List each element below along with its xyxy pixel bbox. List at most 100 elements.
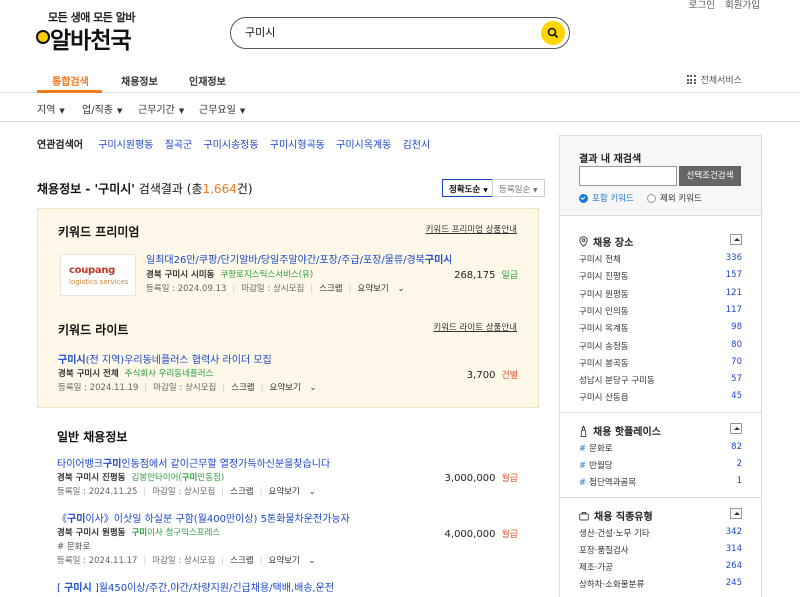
login-link[interactable]: 로그인 (689, 0, 715, 12)
hotplace-item[interactable]: # 첨단역과골목 1 (579, 476, 742, 488)
location-item[interactable]: 구미시 전체 336 (579, 253, 742, 265)
scrap-button[interactable]: 스크랩 (319, 284, 342, 294)
job-title-keyword: 구미시 (424, 255, 451, 266)
jobtype-item[interactable]: 생산·건설·노무 기타 342 (579, 527, 742, 539)
related-keyword[interactable]: 칠곡군 (165, 140, 193, 151)
job-date: 등록일 : 2024.11.19 (58, 383, 139, 393)
related-keyword[interactable]: 김천시 (403, 140, 431, 151)
include-keyword-label: 포함 키워드 (592, 194, 634, 204)
job-hashtag[interactable]: # 문화로 (57, 540, 90, 552)
summary-label: 요약보기 (269, 383, 301, 393)
sort-date[interactable]: 등록일순 ▼ (492, 179, 545, 197)
grid-icon (686, 75, 696, 84)
company-name[interactable]: 주식회사 우리동네플러스 (125, 369, 214, 379)
sort-accuracy[interactable]: 정확도순 ▼ (442, 179, 495, 197)
location-count: 80 (731, 340, 742, 350)
location-item[interactable]: 구미시 산동읍 45 (579, 391, 742, 403)
jobtype-item[interactable]: 상하차·소화물분류 245 (579, 578, 742, 590)
location-count: 45 (731, 391, 742, 401)
result-title-mid: 검색결과 (총 (134, 182, 203, 196)
lite-info-link[interactable]: 키워드 라이트 상품안내 (433, 321, 517, 333)
company-name[interactable]: 구미이사 청구익스프레스 (131, 528, 220, 538)
logo[interactable]: 모든 생애 모든 알바 알바천국 (36, 8, 146, 54)
filter-period[interactable]: 근무기간 ▼ (138, 101, 184, 116)
hotplace-count: 1 (736, 476, 742, 486)
company-logo[interactable]: coupang logistics services (60, 254, 136, 296)
jobtype-count: 342 (725, 527, 742, 537)
filter-days[interactable]: 근무요일 ▼ (199, 101, 245, 116)
signup-link[interactable]: 회원가입 (725, 0, 760, 12)
refine-search-input[interactable] (579, 166, 677, 186)
related-keyword[interactable]: 구미시송정동 (203, 140, 258, 151)
hotplace-name: 문화로 (589, 444, 613, 454)
search-input[interactable] (245, 25, 525, 38)
tab-talent-info[interactable]: 인재정보 (189, 73, 226, 88)
collapse-hotplace-button[interactable] (730, 423, 742, 434)
jobtype-name: 포장·품질검사 (579, 546, 629, 556)
filter-region-label: 지역 (37, 105, 56, 116)
caret-down-icon: ▼ (59, 107, 65, 115)
search-icon (547, 27, 559, 39)
location-count: 57 (731, 374, 742, 384)
summary-toggle[interactable]: 요약보기 ⌄ (269, 487, 322, 497)
location-item[interactable]: 구미시 봉곡동 70 (579, 357, 742, 369)
job-location-text: 경북 구미시 시미동 (146, 270, 215, 280)
job-title-link[interactable]: 구미시(전 지역)우리동네플러스 협력사 라이더 모집 (58, 351, 458, 366)
scrap-button[interactable]: 스크랩 (230, 556, 253, 566)
exclude-keyword-radio[interactable]: 제외 키워드 (647, 192, 702, 204)
check-circle-icon (579, 193, 588, 203)
location-item[interactable]: 성남시 분당구 구미동 57 (579, 374, 742, 386)
location-item[interactable]: 구미시 송정동 80 (579, 340, 742, 352)
tab-job-info[interactable]: 채용정보 (121, 73, 158, 88)
general-title: 일반 채용정보 (57, 430, 128, 444)
location-title-text: 채용 장소 (593, 238, 634, 249)
pay-amount: 4,000,000 (444, 529, 496, 540)
hotplace-item[interactable]: # 문화로 82 (579, 442, 742, 454)
include-keyword-radio[interactable]: 포함 키워드 (579, 192, 634, 204)
lite-title: 키워드 라이트 (58, 323, 129, 337)
job-title-link[interactable]: [ 구미시 ]월450이상/주간,야간/차량지원/긴급채용/택배,배송,운전 (57, 579, 437, 594)
company-name[interactable]: 김봉만타이어(구미인동점) (131, 473, 224, 483)
filter-job-type[interactable]: 업/직종 ▼ (82, 101, 122, 116)
related-keyword[interactable]: 구미시형곡동 (270, 140, 325, 151)
refine-search-button[interactable]: 선택조건검색 (679, 166, 741, 186)
job-title-link[interactable]: 타이어뱅크구미인동점에서 같이근무할 열정가득하신분을찾습니다 (57, 455, 437, 470)
job-title-text: 《 (57, 514, 67, 525)
location-item[interactable]: 구미시 옥계동 98 (579, 322, 742, 334)
premium-info-link[interactable]: 키워드 프리미엄 상품안내 (426, 223, 517, 235)
location-item[interactable]: 구미시 인의동 117 (579, 305, 742, 317)
location-item[interactable]: 구미시 진평동 157 (579, 270, 742, 282)
jobtype-count: 264 (725, 561, 742, 571)
search-button[interactable] (541, 21, 565, 45)
chevron-down-icon: ⌄ (308, 487, 316, 497)
scrap-button[interactable]: 스크랩 (230, 487, 253, 497)
jobtype-item[interactable]: 포장·품질검사 314 (579, 544, 742, 556)
job-title-text: (전 지역)우리동네플러스 협력사 라이더 모집 (85, 355, 272, 366)
refine-search-title: 결과 내 재검색 (579, 154, 642, 165)
all-services-button[interactable]: 전체서비스 (686, 73, 742, 86)
scrap-button[interactable]: 스크랩 (231, 383, 254, 393)
top-links: 로그인 회원가입 (689, 0, 760, 12)
company-name-keyword: 구미 (181, 473, 198, 483)
job-title-link[interactable]: 일최대26만/쿠팡/단기알바/당일주말야간/포장/주급/포장/물류/경북구미시.… (146, 251, 451, 266)
logo-line1: coupang (69, 265, 116, 276)
filter-region[interactable]: 지역 ▼ (37, 101, 65, 116)
summary-toggle[interactable]: 요약보기 ⌄ (269, 556, 322, 566)
related-keyword[interactable]: 구미시옥계동 (336, 140, 391, 151)
location-name: 구미시 옥계동 (579, 324, 629, 334)
jobtype-item[interactable]: 제조·가공 264 (579, 561, 742, 573)
hotplace-item[interactable]: # 반월당 2 (579, 459, 742, 471)
summary-label: 요약보기 (268, 487, 300, 497)
related-keyword[interactable]: 구미시원평동 (98, 140, 153, 151)
collapse-jobtype-button[interactable] (730, 508, 742, 519)
job-title-link[interactable]: 《구미이사》이삿일 하실분 구함(월400만이상) 5톤화물차운전가능자 (57, 510, 437, 525)
caret-down-icon: ▼ (532, 187, 538, 194)
location-item[interactable]: 구미시 원평동 121 (579, 288, 742, 300)
briefcase-icon (579, 511, 589, 520)
search-box (230, 17, 570, 49)
collapse-location-button[interactable] (730, 234, 742, 245)
summary-toggle[interactable]: 요약보기 ⌄ (270, 383, 323, 393)
company-name[interactable]: 쿠팡로지스틱스서비스(유) (220, 270, 313, 280)
tab-integrated-search[interactable]: 통합검색 (52, 73, 89, 88)
summary-toggle[interactable]: 요약보기 ⌄ (358, 284, 411, 294)
